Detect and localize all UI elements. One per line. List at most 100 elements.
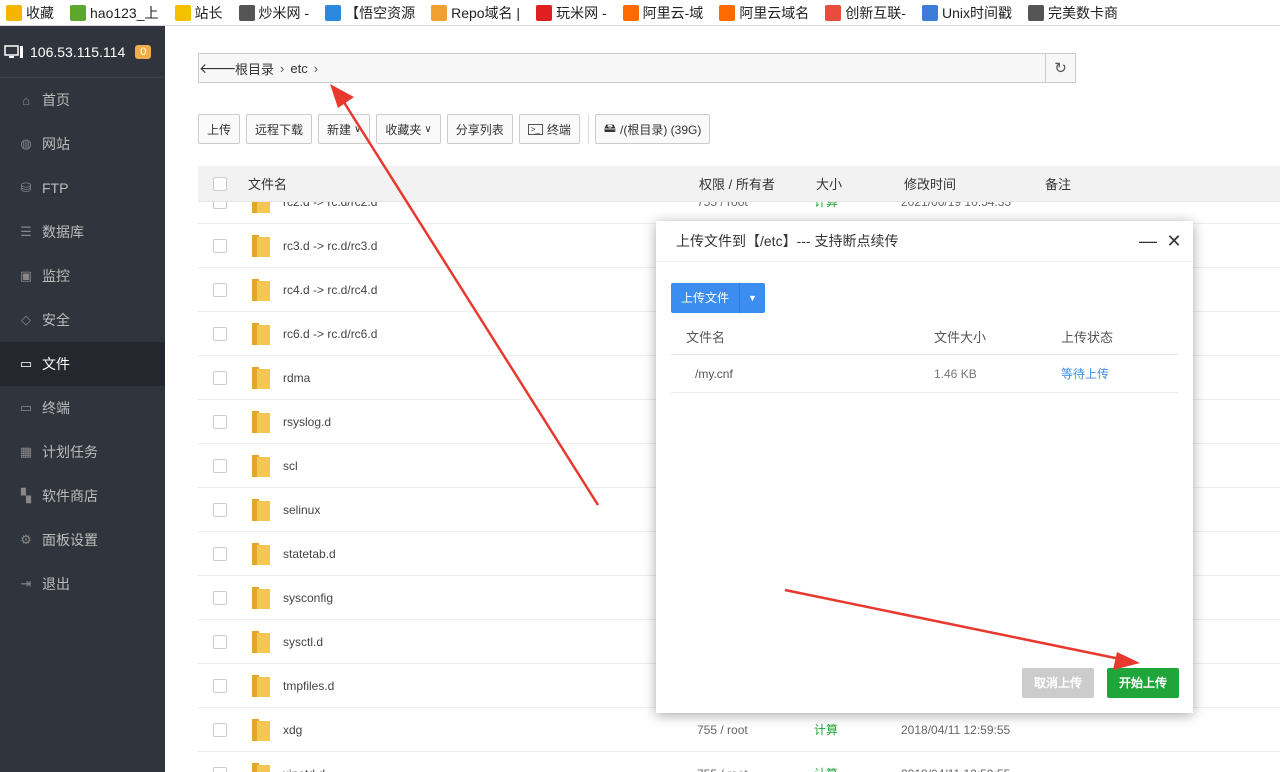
minimize-icon[interactable]: — — [1135, 231, 1161, 251]
sidebar-item-terminal[interactable]: ▭ 终端 — [0, 386, 165, 430]
file-perm[interactable]: 755 / root — [697, 202, 748, 209]
disk-label: /(根目录) (39G) — [620, 122, 702, 137]
bookmark-label: hao123_上 — [90, 4, 159, 21]
file-name[interactable]: rc4.d -> rc.d/rc4.d — [283, 283, 377, 297]
server-header[interactable]: 106.53.115.114 0 — [0, 26, 165, 78]
bookmark-item[interactable]: Unix时间戳 — [916, 0, 1022, 25]
terminal-button[interactable]: >_ 终端 — [518, 114, 580, 144]
row-checkbox[interactable] — [213, 502, 227, 517]
breadcrumb-etc[interactable]: etc — [290, 61, 307, 76]
file-name[interactable]: tmpfiles.d — [283, 679, 334, 693]
folder-icon — [252, 718, 270, 741]
sidebar-item-database[interactable]: ☰ 数据库 — [0, 210, 165, 254]
sidebar-item-home[interactable]: ⌂ 首页 — [0, 78, 165, 122]
file-name[interactable]: rc2.d -> rc.d/rc2.d — [283, 202, 377, 209]
disk-button[interactable]: 🖴 /(根目录) (39G) — [594, 114, 711, 144]
bookmark-item[interactable]: 收藏 — [0, 0, 64, 25]
path-bar[interactable]: 🡐 根目录 › etc › ↻ — [198, 53, 1076, 83]
new-button[interactable]: 新建 ∨ — [318, 114, 371, 144]
file-name[interactable]: scl — [283, 459, 298, 473]
bookmark-item[interactable]: 创新互联- — [819, 0, 916, 25]
folder-icon — [252, 202, 270, 213]
sidebar-item-label: 计划任务 — [42, 444, 98, 460]
row-checkbox[interactable] — [213, 546, 227, 561]
terminal-icon: ▭ — [19, 400, 33, 415]
file-name[interactable]: sysctl.d — [283, 635, 323, 649]
row-checkbox[interactable] — [213, 370, 227, 385]
sidebar-item-ftp[interactable]: ⛁ FTP — [0, 166, 165, 210]
row-checkbox[interactable] — [213, 678, 227, 693]
header-perm[interactable]: 权限 / 所有者 — [699, 174, 775, 193]
sidebar-item-logout[interactable]: ⇥ 退出 — [0, 562, 165, 606]
file-name[interactable]: selinux — [283, 503, 320, 517]
favorites-button[interactable]: 收藏夹 ∨ — [376, 114, 441, 144]
file-size[interactable]: 计算 — [814, 721, 838, 738]
file-size[interactable]: 计算 — [814, 765, 838, 772]
sidebar-item-shield[interactable]: ◇ 安全 — [0, 298, 165, 342]
file-name[interactable]: statetab.d — [283, 547, 336, 561]
sidebar-item-label: 首页 — [42, 92, 70, 108]
bookmark-item[interactable]: 炒米网 - — [233, 0, 320, 25]
aliyun-icon — [719, 4, 736, 21]
row-checkbox[interactable] — [213, 634, 227, 649]
share-list-button[interactable]: 分享列表 — [446, 114, 513, 144]
file-size[interactable]: 计算 — [814, 202, 838, 210]
file-perm[interactable]: 755 / root — [697, 767, 748, 772]
row-checkbox[interactable] — [213, 722, 227, 737]
cancel-upload-button[interactable]: 取消上传 — [1022, 668, 1095, 698]
upload-button[interactable]: 上传 — [198, 114, 241, 144]
star-icon — [6, 4, 22, 21]
bookmark-item[interactable]: 站长 — [169, 0, 233, 25]
bookmark-label: 【悟空资源 — [345, 4, 416, 21]
bookmark-item[interactable]: hao123_上 — [64, 0, 169, 25]
row-checkbox[interactable] — [213, 414, 227, 429]
row-checkbox[interactable] — [213, 326, 227, 341]
start-upload-button[interactable]: 开始上传 — [1107, 668, 1180, 698]
breadcrumb-root[interactable]: 根目录 — [235, 59, 274, 78]
header-name[interactable]: 文件名 — [248, 174, 287, 193]
sidebar-item-monitor[interactable]: ▣ 监控 — [0, 254, 165, 298]
sidebar-item-apps[interactable]: ▚ 软件商店 — [0, 474, 165, 518]
upload-file-status: 等待上传 — [1061, 367, 1110, 381]
disk-icon: 🖴 — [603, 120, 616, 135]
table-row[interactable]: xdg 755 / root 计算 2018/04/11 12:59:55 — [198, 708, 1280, 752]
file-perm[interactable]: 755 / root — [697, 723, 748, 737]
file-name[interactable]: rsyslog.d — [283, 415, 331, 429]
file-name[interactable]: xinetd.d — [283, 767, 325, 772]
row-checkbox[interactable] — [213, 238, 227, 253]
row-checkbox[interactable] — [213, 766, 227, 772]
file-name[interactable]: xdg — [283, 723, 302, 737]
file-name[interactable]: rc6.d -> rc.d/rc6.d — [283, 327, 377, 341]
file-name[interactable]: rdma — [283, 371, 310, 385]
row-checkbox[interactable] — [213, 202, 227, 209]
close-icon[interactable]: ✕ — [1161, 231, 1187, 251]
refresh-icon[interactable]: ↻ — [1045, 54, 1075, 82]
bookmark-item[interactable]: 完美数卡商 — [1022, 0, 1128, 25]
sidebar-item-calendar[interactable]: ▦ 计划任务 — [0, 430, 165, 474]
bookmark-item[interactable]: 阿里云-域 — [617, 0, 714, 25]
table-row[interactable]: xinetd.d 755 / root 计算 2018/04/11 12:59:55 — [198, 752, 1280, 772]
file-name[interactable]: rc3.d -> rc.d/rc3.d — [283, 239, 377, 253]
header-size[interactable]: 大小 — [816, 174, 842, 193]
select-all-checkbox[interactable] — [213, 176, 227, 191]
chevron-down-icon: ∨ — [424, 123, 432, 135]
header-mtime[interactable]: 修改时间 — [904, 174, 956, 193]
row-checkbox[interactable] — [213, 282, 227, 297]
back-arrow-icon[interactable]: 🡐 — [199, 60, 237, 77]
sidebar-item-globe[interactable]: ◍ 网站 — [0, 122, 165, 166]
bookmark-item[interactable]: 玩米网 - — [530, 0, 617, 25]
bookmark-item[interactable]: Repo域名 | — [425, 0, 530, 25]
sidebar-item-folder[interactable]: ▭ 文件 — [0, 342, 165, 386]
upload-file-button[interactable]: 上传文件 — [671, 283, 740, 313]
row-checkbox[interactable] — [213, 590, 227, 605]
alert-badge[interactable]: 0 — [135, 44, 152, 59]
bookmark-item[interactable]: 阿里云域名 — [713, 0, 819, 25]
folder-icon — [252, 234, 270, 257]
row-checkbox[interactable] — [213, 458, 227, 473]
remote-download-button[interactable]: 远程下载 — [246, 114, 313, 144]
file-name[interactable]: sysconfig — [283, 591, 333, 605]
bookmark-label: 创新互联- — [845, 4, 906, 21]
bookmark-item[interactable]: 【悟空资源 — [319, 0, 425, 25]
sidebar-item-gear[interactable]: ⚙ 面板设置 — [0, 518, 165, 562]
caret-down-icon[interactable]: ▼ — [739, 283, 766, 313]
